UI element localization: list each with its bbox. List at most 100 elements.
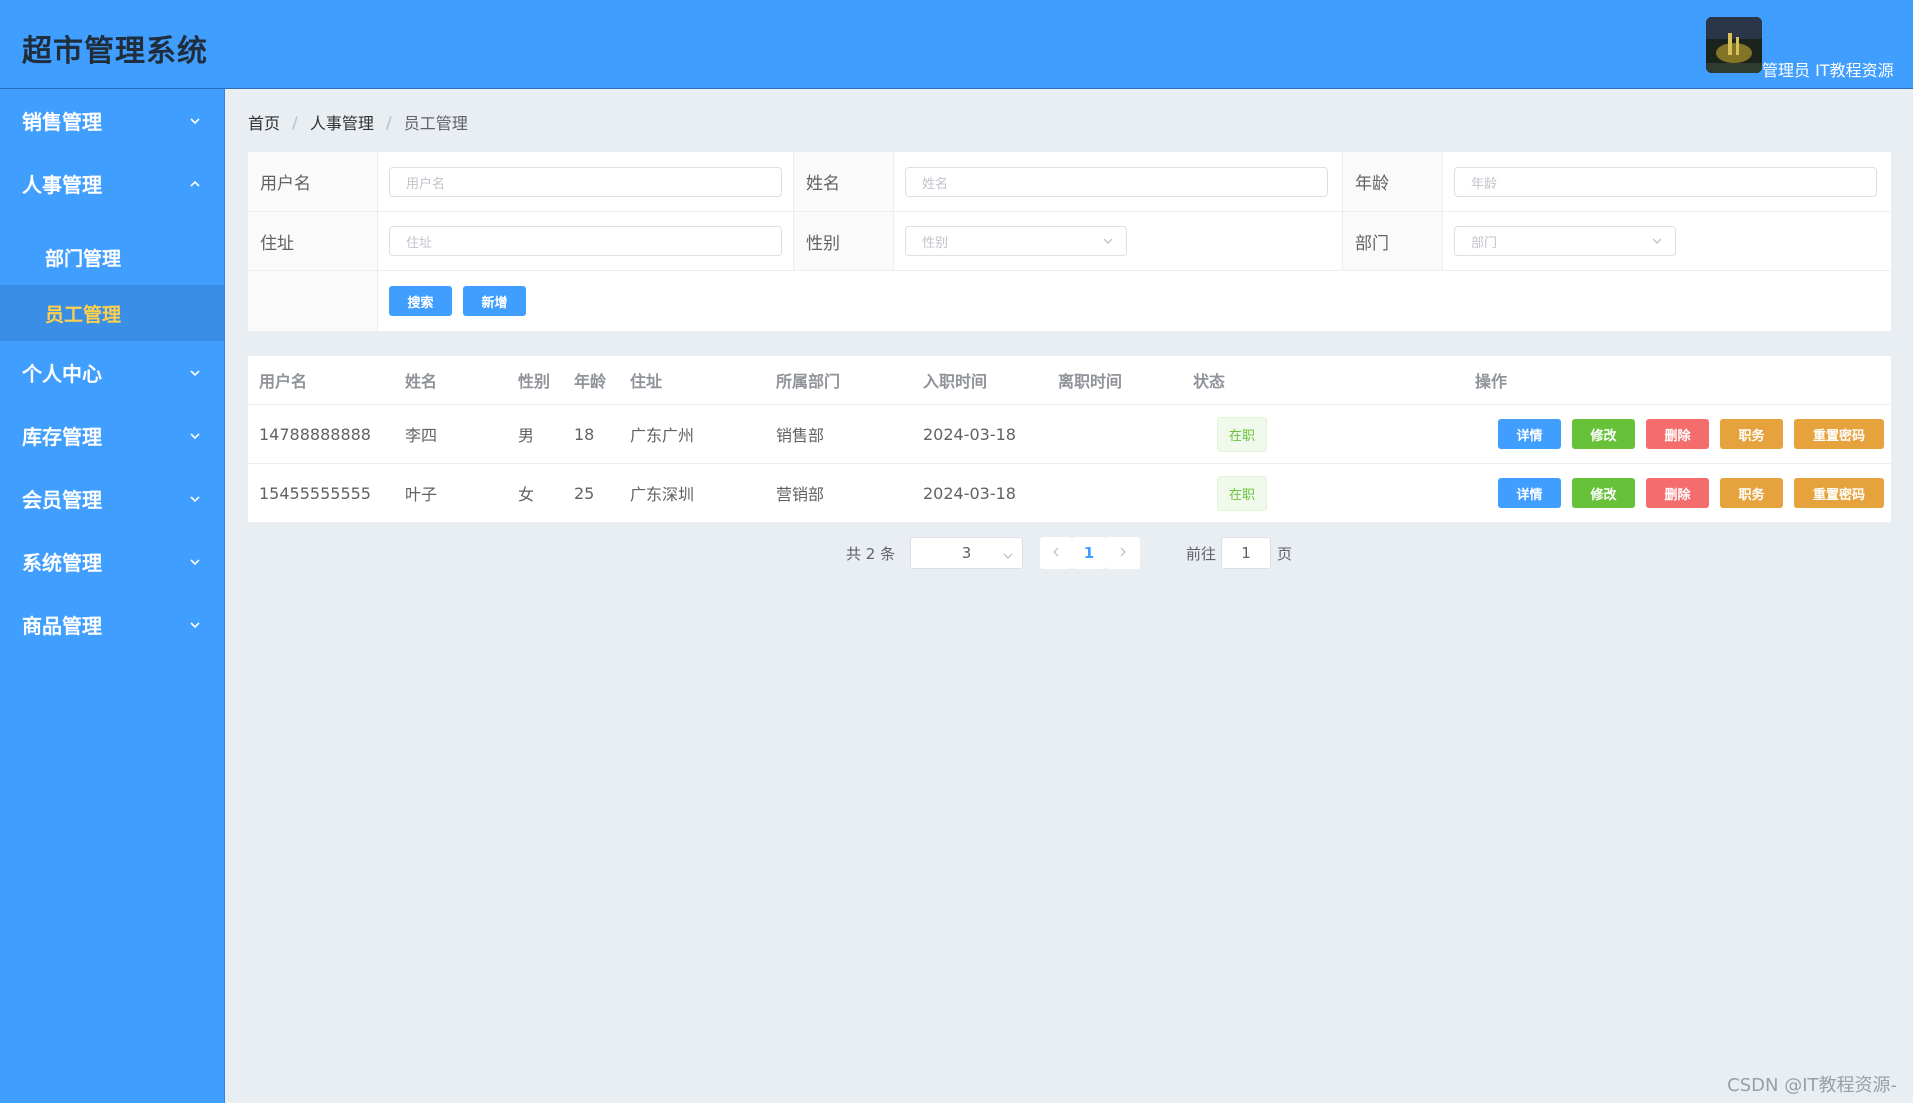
watermark: CSDN @IT教程资源- (1727, 1075, 1897, 1096)
sidebar-subitem-department[interactable]: 部门管理 (0, 229, 224, 285)
edit-button[interactable]: 修改 (1572, 419, 1635, 449)
sidebar-item-label: 会员管理 (22, 488, 102, 512)
goto-prefix: 前往 (1186, 544, 1217, 563)
column-header: 年龄 (574, 372, 607, 391)
cell-age: 25 (574, 483, 595, 503)
goto-page-input[interactable]: 1 (1221, 537, 1271, 569)
table-header: 用户名 姓名 性别 年龄 住址 所属部门 入职时间 离职时间 状态 操作 (248, 356, 1891, 405)
user-avatar[interactable] (1706, 17, 1762, 73)
search-form: 用户名 用户名 姓名 姓名 年龄 年龄 住址 住址 性别 性别 部门 部门 搜索 (248, 152, 1891, 331)
detail-button[interactable]: 详情 (1498, 419, 1561, 449)
column-header: 住址 (630, 372, 663, 391)
chevron-down-icon (188, 492, 202, 506)
edit-button[interactable]: 修改 (1572, 478, 1635, 508)
chevron-down-icon (188, 114, 202, 128)
chevron-left-icon (1050, 544, 1062, 562)
column-header: 状态 (1193, 372, 1226, 391)
next-page-button[interactable] (1106, 537, 1140, 569)
sidebar-item-profile[interactable]: 个人中心 (0, 341, 224, 404)
prev-page-button[interactable] (1040, 537, 1072, 569)
department-select-placeholder: 部门 (1471, 235, 1498, 251)
cell-hire-date: 2024-03-18 (923, 424, 1016, 444)
address-input[interactable]: 住址 (389, 226, 782, 256)
sidebar-item-products[interactable]: 商品管理 (0, 593, 224, 656)
sidebar-item-label: 销售管理 (22, 110, 102, 134)
page-number-button[interactable]: 1 (1072, 537, 1106, 569)
detail-button[interactable]: 详情 (1498, 478, 1561, 508)
username-label: 用户名 (248, 152, 378, 211)
search-button[interactable]: 搜索 (389, 286, 452, 316)
page-size-select[interactable]: 3 (910, 537, 1023, 569)
goto-suffix: 页 (1277, 544, 1293, 563)
cell-gender: 男 (518, 426, 535, 445)
page-size-value: 3 (961, 544, 972, 562)
column-header: 入职时间 (923, 372, 988, 391)
add-button[interactable]: 新增 (463, 286, 526, 316)
reset-password-button[interactable]: 重置密码 (1794, 419, 1884, 449)
search-row-2: 住址 住址 性别 性别 部门 部门 (248, 212, 1891, 271)
table-row: 15455555555 叶子 女 25 广东深圳 营销部 2024-03-18 … (248, 464, 1891, 523)
sidebar-item-label: 个人中心 (22, 362, 102, 386)
chevron-down-icon (188, 366, 202, 380)
cell-username: 15455555555 (259, 483, 371, 503)
breadcrumb-current: 员工管理 (403, 114, 468, 133)
pagination-total: 共 2 条 (846, 544, 896, 563)
sidebar-item-members[interactable]: 会员管理 (0, 467, 224, 530)
sidebar-item-sales[interactable]: 销售管理 (0, 89, 224, 152)
name-input[interactable]: 姓名 (905, 167, 1328, 197)
position-button[interactable]: 职务 (1720, 478, 1783, 508)
status-badge: 在职 (1217, 475, 1267, 511)
sidebar-item-label: 人事管理 (22, 173, 102, 197)
cell-age: 18 (574, 424, 595, 444)
column-header: 姓名 (405, 372, 438, 391)
cell-hire-date: 2024-03-18 (923, 483, 1016, 503)
cell-name: 李四 (405, 426, 438, 445)
delete-button[interactable]: 删除 (1646, 419, 1709, 449)
name-label: 姓名 (793, 152, 894, 211)
breadcrumb-separator: / (292, 112, 298, 132)
chevron-down-icon (1651, 235, 1663, 247)
breadcrumb-separator: / (385, 112, 392, 132)
user-name[interactable]: 管理员 IT教程资源 (1762, 57, 1894, 81)
chevron-up-icon (188, 177, 202, 191)
cell-username: 14788888888 (259, 424, 371, 444)
sidebar-item-system[interactable]: 系统管理 (0, 530, 224, 593)
column-header: 用户名 (259, 372, 308, 391)
breadcrumb-home[interactable]: 首页 (248, 110, 280, 134)
chevron-down-icon (188, 618, 202, 632)
main-content: 首页 / 人事管理 / 员工管理 用户名 用户名 姓名 姓名 年龄 年龄 住址 … (225, 89, 1913, 1103)
department-select[interactable]: 部门 (1454, 226, 1676, 256)
cell-address: 广东广州 (630, 426, 695, 445)
empty-label-cell (248, 271, 378, 331)
sidebar-subitem-employee[interactable]: 员工管理 (0, 285, 224, 341)
age-input[interactable]: 年龄 (1454, 167, 1877, 197)
table-row: 14788888888 李四 男 18 广东广州 销售部 2024-03-18 … (248, 405, 1891, 464)
position-button[interactable]: 职务 (1720, 419, 1783, 449)
app-title: 超市管理系统 (22, 34, 208, 69)
chevron-down-icon (1102, 235, 1114, 247)
delete-button[interactable]: 删除 (1646, 478, 1709, 508)
gender-label: 性别 (793, 212, 894, 270)
employee-table: 用户名 姓名 性别 年龄 住址 所属部门 入职时间 离职时间 状态 操作 147… (248, 356, 1891, 523)
sidebar-item-hr[interactable]: 人事管理 (0, 152, 224, 215)
search-row-3: 搜索 新增 (248, 271, 1891, 331)
cell-department: 销售部 (776, 426, 825, 445)
sidebar-item-label: 库存管理 (22, 425, 102, 449)
breadcrumb: 首页 / 人事管理 / 员工管理 (248, 110, 468, 134)
search-row-1: 用户名 用户名 姓名 姓名 年龄 年龄 (248, 152, 1891, 212)
age-label: 年龄 (1342, 152, 1443, 211)
cell-address: 广东深圳 (630, 485, 695, 504)
cell-department: 营销部 (776, 485, 825, 504)
status-badge: 在职 (1217, 416, 1267, 452)
breadcrumb-hr[interactable]: 人事管理 (310, 110, 374, 134)
chevron-down-icon (188, 429, 202, 443)
reset-password-button[interactable]: 重置密码 (1794, 478, 1884, 508)
cell-gender: 女 (518, 485, 535, 504)
gender-select[interactable]: 性别 (905, 226, 1127, 256)
username-input[interactable]: 用户名 (389, 167, 782, 197)
column-header: 所属部门 (776, 372, 841, 391)
cell-name: 叶子 (405, 485, 438, 504)
chevron-down-icon (1002, 548, 1014, 560)
column-header: 操作 (1475, 372, 1508, 391)
sidebar-item-inventory[interactable]: 库存管理 (0, 404, 224, 467)
